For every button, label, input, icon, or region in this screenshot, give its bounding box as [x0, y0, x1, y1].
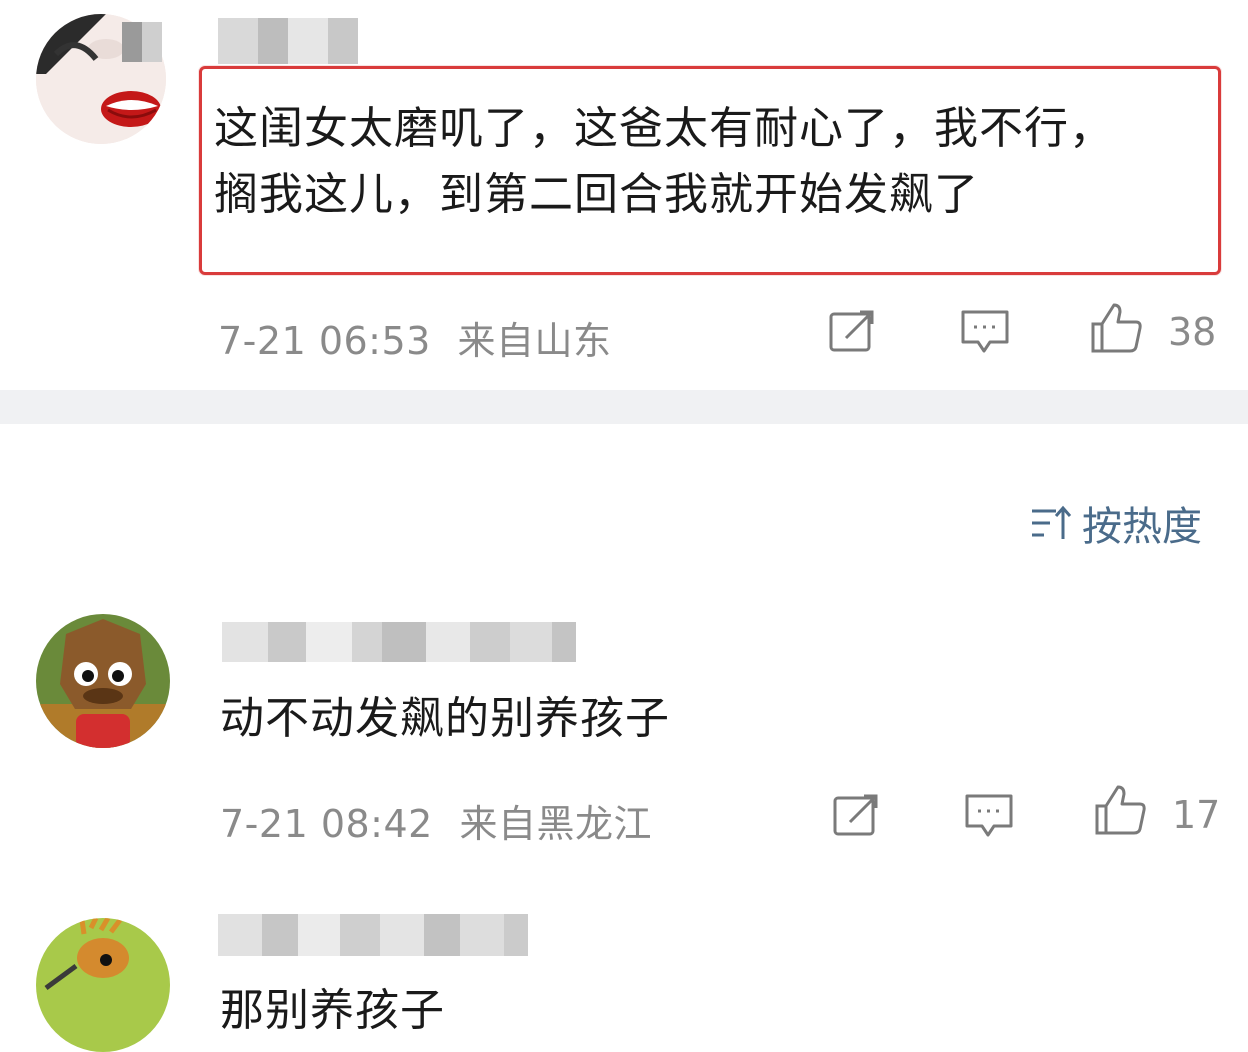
timestamp: 7-21 08:42 [220, 802, 433, 846]
comment-icon[interactable] [964, 792, 1014, 840]
share-icon[interactable] [828, 308, 876, 354]
username-blurred[interactable] [222, 622, 576, 662]
thumbs-up-icon[interactable] [1090, 302, 1144, 354]
share-icon[interactable] [832, 792, 880, 838]
username-blurred-badge [122, 22, 162, 62]
username-blurred[interactable] [218, 914, 528, 956]
avatar[interactable] [36, 614, 170, 748]
comment-text-line-2: 搁我这儿，到第二回合我就开始发飙了 [214, 169, 979, 220]
sort-control[interactable]: 按热度 [1030, 494, 1202, 552]
comment-icon[interactable] [960, 308, 1010, 356]
location: 来自黑龙江 [459, 802, 652, 846]
like-count: 38 [1168, 310, 1217, 354]
location: 来自山东 [457, 319, 612, 363]
section-divider [0, 390, 1248, 424]
thumbs-up-icon[interactable] [1094, 784, 1148, 836]
sort-label: 按热度 [1082, 504, 1202, 550]
comment-text-line-1: 这闺女太磨叽了，这爸太有耐心了，我不行， [214, 103, 1114, 154]
timestamp: 7-21 06:53 [218, 319, 431, 363]
username-blurred[interactable] [218, 18, 358, 64]
like-count: 17 [1172, 793, 1221, 837]
comment-meta: 7-21 06:53 来自山东 [218, 310, 611, 365]
comment-meta: 7-21 08:42 来自黑龙江 [220, 793, 652, 848]
comment-text: 那别养孩子 [220, 985, 445, 1036]
avatar[interactable] [36, 918, 170, 1052]
sort-icon [1032, 505, 1072, 539]
comment-text: 动不动发飙的别养孩子 [220, 693, 670, 744]
